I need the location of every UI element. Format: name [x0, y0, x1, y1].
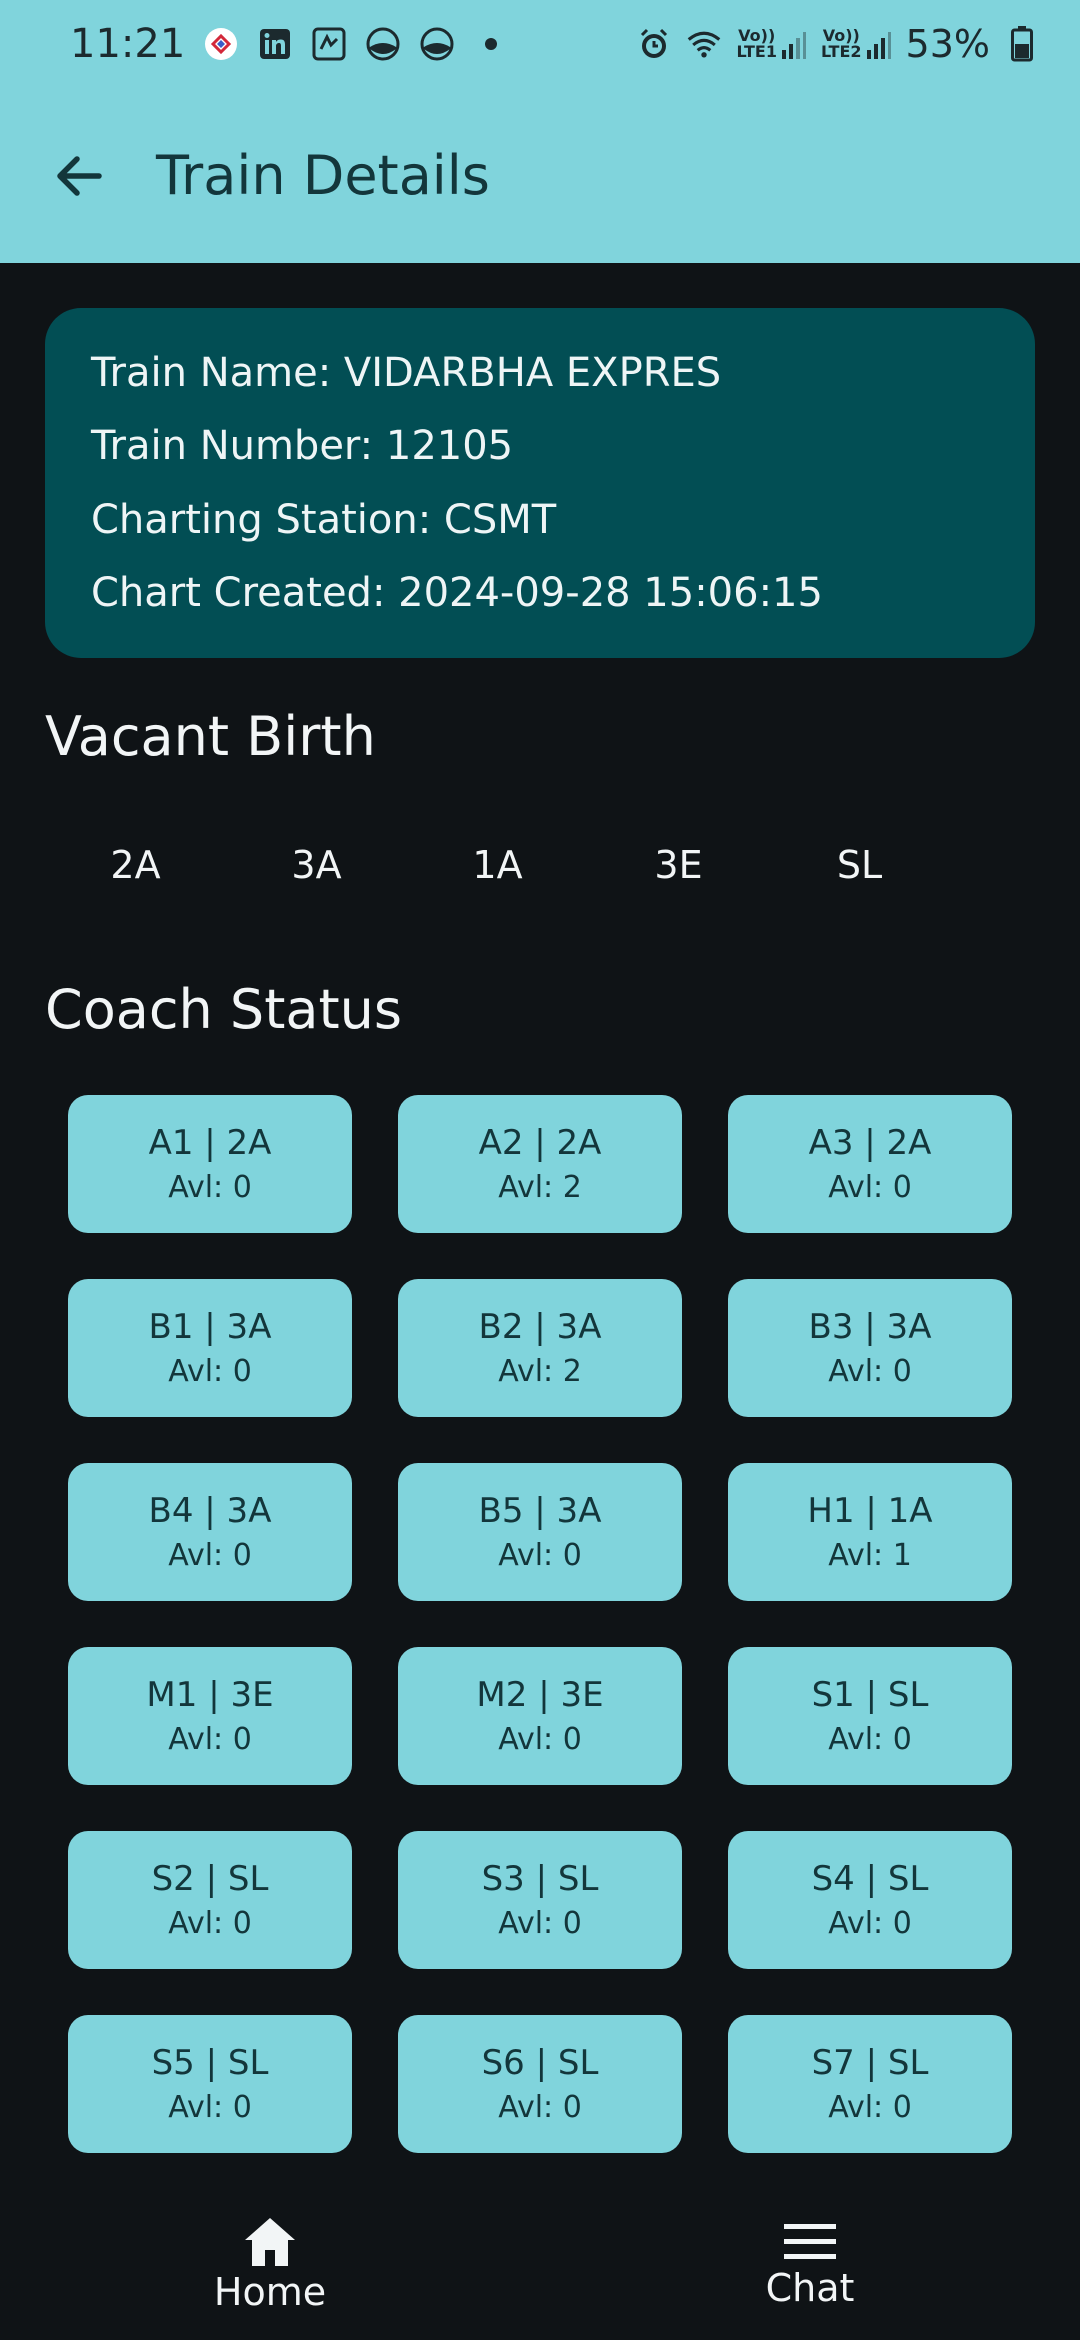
vacant-birth-title: Vacant Birth [45, 705, 376, 768]
coach-card[interactable]: M1 | 3E Avl: 0 [68, 1647, 352, 1785]
coach-card[interactable]: S3 | SL Avl: 0 [398, 1831, 682, 1969]
coach-name: B5 | 3A [478, 1491, 602, 1531]
coach-availability: Avl: 0 [828, 2090, 912, 2125]
coach-name: S4 | SL [811, 1859, 929, 1899]
status-right: Vo)) LTE1 Vo)) LTE2 53% [636, 22, 1040, 66]
bottom-nav: Home Chat [0, 2190, 1080, 2340]
coach-card[interactable]: A3 | 2A Avl: 0 [728, 1095, 1012, 1233]
vacant-tab-sl[interactable]: SL [769, 830, 950, 900]
coach-availability: Avl: 0 [168, 1538, 252, 1573]
coach-card[interactable]: B1 | 3A Avl: 0 [68, 1279, 352, 1417]
status-left: 11:21 [70, 21, 509, 67]
app-bar: Train Details [0, 88, 1080, 263]
coach-name: S6 | SL [481, 2043, 599, 2083]
coach-name: S2 | SL [151, 1859, 269, 1899]
coach-card[interactable]: S4 | SL Avl: 0 [728, 1831, 1012, 1969]
lte2-label: LTE2 [821, 42, 862, 61]
nav-home-label: Home [213, 2270, 327, 2314]
coach-availability: Avl: 0 [828, 1170, 912, 1205]
app-notification-icon [311, 26, 347, 62]
coach-card[interactable]: A1 | 2A Avl: 0 [68, 1095, 352, 1233]
coach-grid: A1 | 2A Avl: 0 A2 | 2A Avl: 2 A3 | 2A Avl: … [68, 1095, 1012, 2153]
train-number: Train Number: 12105 [91, 423, 514, 470]
vacant-tab-3e[interactable]: 3E [588, 830, 769, 900]
coach-name: A3 | 2A [808, 1123, 932, 1163]
nav-home[interactable]: Home [0, 2190, 540, 2340]
coach-card[interactable]: S1 | SL Avl: 0 [728, 1647, 1012, 1785]
coach-card[interactable]: S2 | SL Avl: 0 [68, 1831, 352, 1969]
coach-availability: Avl: 2 [498, 1354, 582, 1389]
coach-availability: Avl: 0 [828, 1354, 912, 1389]
coach-card[interactable]: S5 | SL Avl: 0 [68, 2015, 352, 2153]
coach-availability: Avl: 0 [828, 1906, 912, 1941]
train-info-card: Train Name: VIDARBHA EXPRES Train Number… [45, 308, 1035, 658]
nav-chat-label: Chat [765, 2266, 855, 2310]
coach-card[interactable]: H1 | 1A Avl: 1 [728, 1463, 1012, 1601]
menu-icon [784, 2224, 836, 2259]
coach-availability: Avl: 2 [498, 1170, 582, 1205]
coach-name: H1 | 1A [807, 1491, 933, 1531]
coach-card[interactable]: S6 | SL Avl: 0 [398, 2015, 682, 2153]
signal-bars-icon [866, 32, 891, 59]
coach-name: B4 | 3A [148, 1491, 272, 1531]
more-notifications-dot-icon [473, 26, 509, 62]
battery-icon [1004, 26, 1040, 62]
signal-sim2: Vo)) LTE2 [821, 28, 892, 60]
coach-availability: Avl: 1 [828, 1538, 912, 1573]
coach-name: B3 | 3A [808, 1307, 932, 1347]
coach-name: S1 | SL [811, 1675, 929, 1715]
coach-card[interactable]: A2 | 2A Avl: 2 [398, 1095, 682, 1233]
coach-card[interactable]: B5 | 3A Avl: 0 [398, 1463, 682, 1601]
coach-card[interactable]: B4 | 3A Avl: 0 [68, 1463, 352, 1601]
coach-name: S5 | SL [151, 2043, 269, 2083]
coach-availability: Avl: 0 [168, 1906, 252, 1941]
page-title: Train Details [156, 144, 490, 207]
vacant-tab-3a[interactable]: 3A [226, 830, 407, 900]
app-notification-icon [203, 26, 239, 62]
home-icon [245, 2218, 295, 2266]
coach-availability: Avl: 0 [498, 1906, 582, 1941]
lte1-label: LTE1 [736, 42, 777, 61]
wifi-icon [686, 26, 722, 62]
app-notification-icon [419, 26, 455, 62]
coach-name: A2 | 2A [478, 1123, 602, 1163]
coach-name: M1 | 3E [146, 1675, 274, 1715]
coach-card[interactable]: B3 | 3A Avl: 0 [728, 1279, 1012, 1417]
coach-availability: Avl: 0 [828, 1722, 912, 1757]
vacant-tab-1a[interactable]: 1A [407, 830, 588, 900]
signal-bars-icon [782, 32, 806, 59]
coach-card[interactable]: S7 | SL Avl: 0 [728, 2015, 1012, 2153]
train-name: Train Name: VIDARBHA EXPRES [91, 350, 722, 396]
coach-name: S7 | SL [811, 2043, 929, 2083]
nav-chat[interactable]: Chat [540, 2190, 1080, 2340]
status-time: 11:21 [70, 21, 186, 67]
coach-card[interactable]: B2 | 3A Avl: 2 [398, 1279, 682, 1417]
arrow-left-icon [57, 155, 102, 196]
coach-status-title: Coach Status [45, 978, 402, 1041]
signal-sim1: Vo)) LTE1 [736, 28, 807, 60]
coach-name: B2 | 3A [478, 1307, 602, 1347]
coach-name: M2 | 3E [476, 1675, 604, 1715]
coach-availability: Avl: 0 [168, 1354, 252, 1389]
vacant-tab-2a[interactable]: 2A [45, 830, 226, 900]
alarm-icon [636, 26, 672, 62]
charting-station: Charting Station: CSMT [91, 496, 557, 543]
coach-availability: Avl: 0 [498, 2090, 582, 2125]
coach-availability: Avl: 0 [498, 1538, 582, 1573]
status-bar: 11:21 Vo)) LTE1 Vo)) LTE2 53% [0, 0, 1080, 88]
coach-availability: Avl: 0 [168, 2090, 252, 2125]
coach-name: B1 | 3A [148, 1307, 272, 1347]
coach-availability: Avl: 0 [498, 1722, 582, 1757]
back-button[interactable] [34, 131, 124, 221]
app-notification-icon [365, 26, 401, 62]
coach-name: S3 | SL [481, 1859, 599, 1899]
coach-availability: Avl: 0 [168, 1170, 252, 1205]
chart-created: Chart Created: 2024-09-28 15:06:15 [91, 569, 823, 616]
coach-card[interactable]: M2 | 3E Avl: 0 [398, 1647, 682, 1785]
linkedin-icon [257, 26, 293, 62]
vacant-class-tabs: 2A 3A 1A 3E SL [45, 830, 1035, 900]
coach-availability: Avl: 0 [168, 1722, 252, 1757]
battery-percent: 53% [905, 22, 990, 66]
coach-name: A1 | 2A [148, 1123, 272, 1163]
